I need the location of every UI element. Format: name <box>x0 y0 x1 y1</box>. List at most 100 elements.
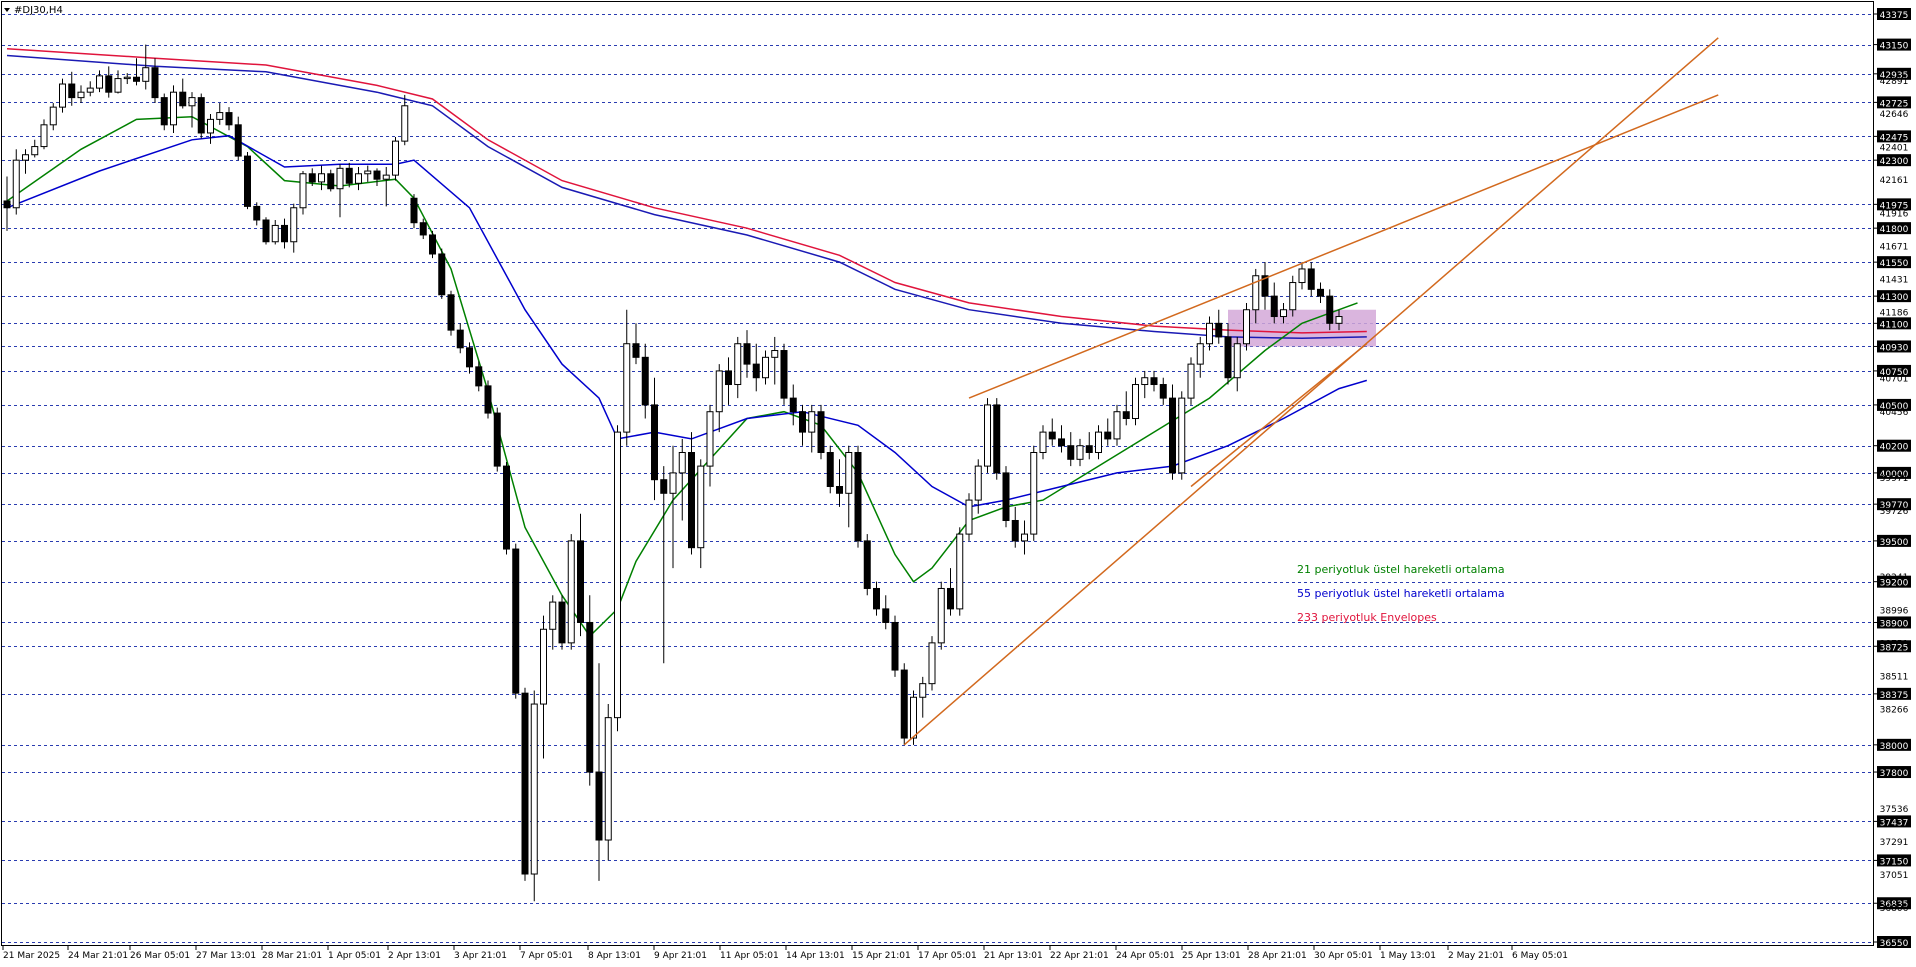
candle-bull-body <box>392 140 399 176</box>
candle-bear-body <box>1067 445 1075 460</box>
candle-bull-body <box>1113 411 1121 440</box>
candle-bull-body <box>290 207 298 243</box>
candle-bull-body <box>697 465 705 549</box>
candle <box>1030 445 1038 541</box>
candle <box>1002 466 1010 528</box>
candle-bear-body <box>105 75 113 93</box>
candle-bear-body <box>225 112 233 126</box>
price-tick-label: 40701 <box>1880 375 1909 385</box>
candle-bull-body <box>604 717 612 841</box>
time-tick-label: 8 Apr 13:01 <box>588 951 641 961</box>
price-label: 41800 <box>1880 225 1909 235</box>
candle-bear-body <box>1002 472 1010 521</box>
candle-bull-body <box>845 452 853 494</box>
price-tick-label: 41431 <box>1880 275 1909 285</box>
time-tick-label: 25 Apr 13:01 <box>1182 951 1241 961</box>
price-label: 37437 <box>1880 818 1909 828</box>
candle-bear-body <box>1048 431 1056 440</box>
candle <box>928 636 936 691</box>
candle-bull-body <box>678 452 686 474</box>
time-tick-label: 26 Mar 05:01 <box>130 951 190 961</box>
time-tick-label: 21 Mar 2025 <box>3 951 60 961</box>
candle-bull-body <box>706 411 714 467</box>
symbol-label: #DJ30,H4 <box>14 5 63 16</box>
candle-bear-body <box>817 411 825 454</box>
candle <box>567 534 575 650</box>
time-tick-label: 15 Apr 21:01 <box>852 951 911 961</box>
candle-bull-body <box>123 76 131 80</box>
candle <box>160 93 168 131</box>
legend-envelopes: 233 periyotluk Envelopes <box>1297 611 1437 624</box>
candle-bear-body <box>641 356 649 406</box>
price-label: 37800 <box>1880 769 1909 779</box>
candle-bull-body <box>336 167 344 190</box>
candle-bull-body <box>59 83 66 108</box>
price-tick-label: 38996 <box>1880 606 1909 616</box>
candle <box>410 194 418 229</box>
candle-bear-body <box>789 397 797 413</box>
price-label: 43375 <box>1880 11 1909 21</box>
candle-bull-body <box>382 174 390 180</box>
time-tick-label: 2 Apr 13:01 <box>388 951 441 961</box>
candle-bull-body <box>669 472 677 494</box>
candle-bear-body <box>1159 384 1167 399</box>
candle-bear-body <box>743 343 751 365</box>
candle-bull-body <box>96 75 103 89</box>
candle-bull-body <box>364 170 372 175</box>
price-tick-label: 42161 <box>1880 176 1909 186</box>
price-tick-label: 37291 <box>1880 838 1909 848</box>
candle-bear-body <box>993 404 1001 474</box>
price-label: 43150 <box>1880 42 1909 52</box>
candle-bull-body <box>207 118 214 134</box>
candle-bear-body <box>68 83 76 99</box>
candle-bull-body <box>1095 431 1102 454</box>
candle <box>826 445 834 494</box>
candle-bear-body <box>586 621 594 773</box>
price-axis[interactable]: 4337543150429354289142725426464247542401… <box>1873 8 1911 949</box>
price-label: 42300 <box>1880 157 1909 167</box>
time-tick-label: 14 Apr 13:01 <box>786 951 845 961</box>
price-label: 40930 <box>1880 343 1909 353</box>
candle-bear-body <box>1011 519 1019 542</box>
candle-bear-body <box>327 173 335 190</box>
candle <box>197 93 205 139</box>
candle-bear-body <box>900 669 908 739</box>
candle-bear-body <box>1270 295 1278 318</box>
candle <box>891 615 899 677</box>
candle-bull-body <box>1178 397 1186 474</box>
time-tick-label: 22 Apr 21:01 <box>1050 951 1109 961</box>
time-tick-label: 7 Apr 05:01 <box>520 951 573 961</box>
price-chart[interactable]: 4337543150429354289142725426464247542401… <box>0 0 1916 963</box>
candle-bull-body <box>142 67 150 82</box>
candle <box>521 687 529 881</box>
candle-bull-body <box>1280 309 1287 318</box>
candle-bear-body <box>133 76 140 82</box>
candle-bull-body <box>216 112 224 120</box>
candle-bull-body <box>549 601 557 630</box>
candle-bull-body <box>1206 322 1213 345</box>
price-label: 38900 <box>1880 619 1909 629</box>
candle-bear-body <box>456 329 464 349</box>
candle-bear-body <box>882 608 890 623</box>
candle-bull-body <box>1233 343 1241 379</box>
candle <box>262 217 270 245</box>
price-tick-label: 38266 <box>1880 706 1909 716</box>
candle-bear-body <box>253 205 261 221</box>
candle <box>817 404 825 460</box>
candle-bear-body <box>345 167 353 184</box>
legend-ema55: 55 periyotluk üstel hareketli ortalama <box>1297 587 1505 600</box>
candle-bear-body <box>873 587 880 610</box>
candle-bear-body <box>475 366 483 387</box>
candle <box>937 581 945 650</box>
candle-bear-body <box>1085 445 1093 454</box>
candle <box>447 290 455 336</box>
candle-bear-body <box>854 452 862 542</box>
candle <box>438 248 446 299</box>
candle-bull-body <box>974 465 982 501</box>
candle-bear-body <box>1150 377 1158 386</box>
candle-bull-body <box>567 540 575 644</box>
time-tick-label: 21 Apr 13:01 <box>984 951 1043 961</box>
candle-bull-body <box>1298 268 1306 284</box>
candle <box>392 137 399 181</box>
price-label: 41300 <box>1880 293 1909 303</box>
